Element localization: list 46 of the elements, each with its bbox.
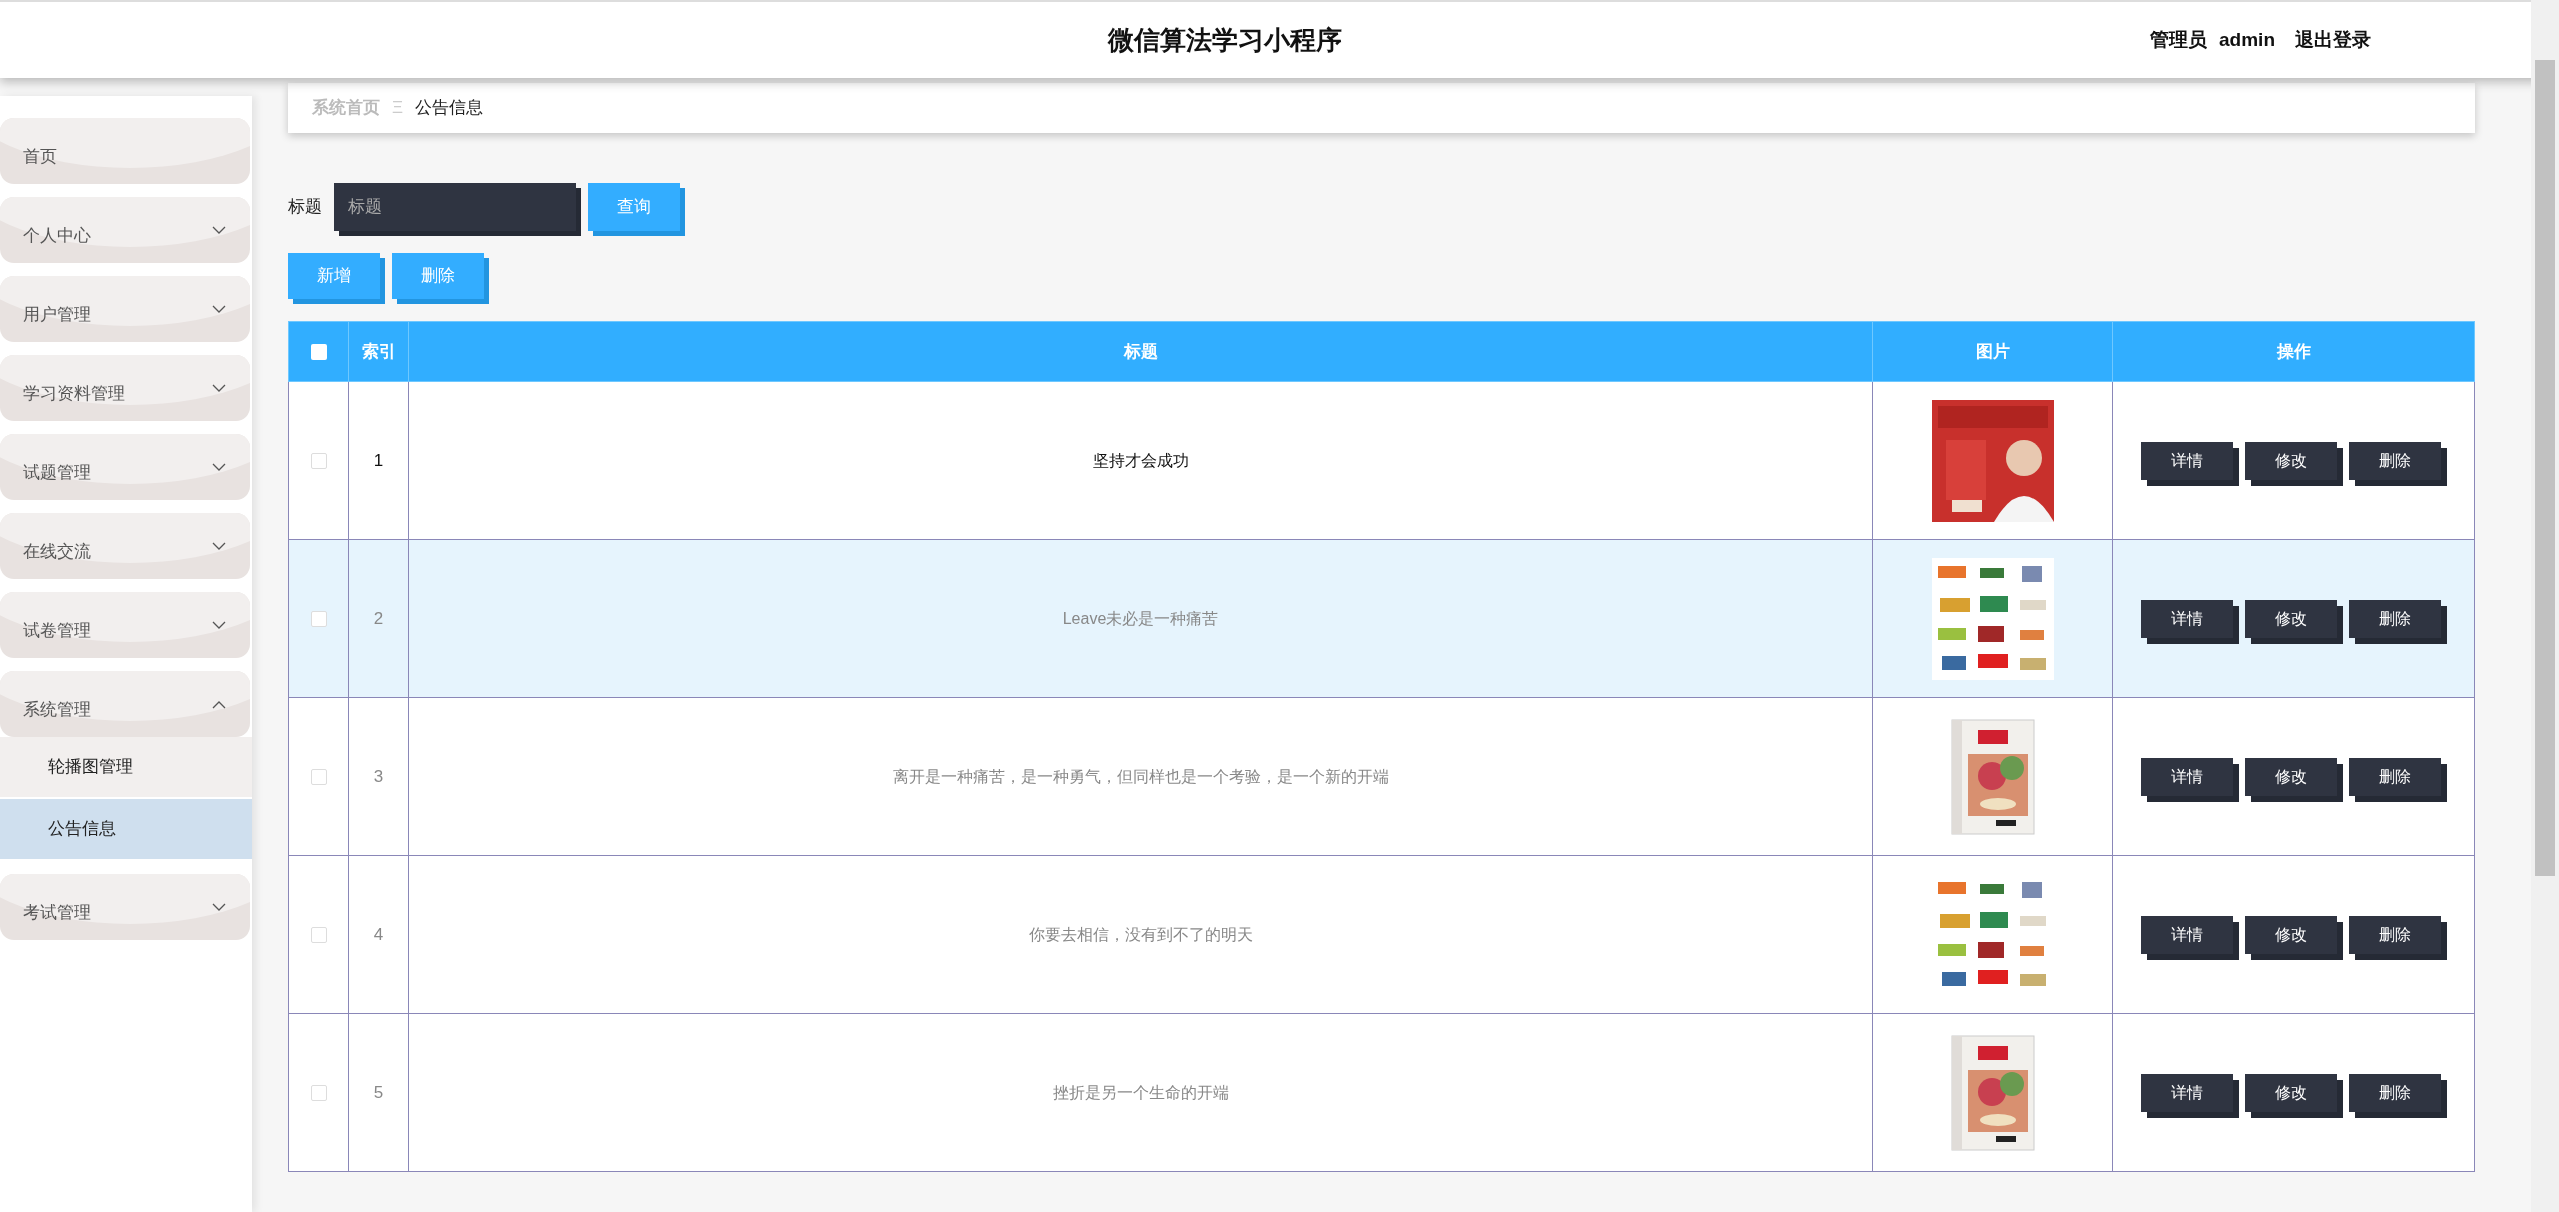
row-checkbox[interactable] — [310, 611, 327, 628]
menu-item[interactable]: 试卷管理 — [0, 592, 250, 658]
logout-link[interactable]: 退出登录 — [2295, 25, 2371, 55]
menu-item[interactable]: 系统管理 — [0, 671, 250, 737]
column-header: 索引 — [348, 321, 409, 382]
title-cell: 离开是一种痛苦，是一种勇气，但同样也是一个考验，是一个新的开端 — [408, 697, 1873, 856]
index-cell: 3 — [348, 697, 409, 856]
select-all-checkbox[interactable] — [310, 344, 327, 361]
index-cell: 4 — [348, 855, 409, 1014]
menu-item[interactable]: 个人中心 — [0, 197, 250, 263]
row-checkbox[interactable] — [310, 453, 327, 470]
title-search-field[interactable]: 标题 — [334, 183, 576, 231]
menu-item[interactable]: 考试管理 — [0, 874, 250, 940]
row-checkbox[interactable] — [310, 769, 327, 786]
menu-item[interactable]: 试题管理 — [0, 434, 250, 500]
app-title: 微信算法学习小程序 — [1108, 23, 1342, 57]
title-cell: 坚持才会成功 — [408, 381, 1873, 540]
row-checkbox[interactable] — [310, 1085, 327, 1102]
chevron-down-icon — [212, 225, 226, 235]
title-cell: 挫折是另一个生命的开端 — [408, 1013, 1873, 1172]
index-cell: 5 — [348, 1013, 409, 1172]
chevron-down-icon — [212, 304, 226, 314]
search-label: 标题 — [288, 196, 322, 219]
column-header: 标题 — [408, 321, 1873, 382]
menu-item[interactable]: 在线交流 — [0, 513, 250, 579]
breadcrumb-link[interactable]: 公告信息 — [415, 95, 484, 121]
chevron-down-icon — [212, 902, 226, 912]
menu-item[interactable]: 学习资料管理 — [0, 355, 250, 421]
column-header: 操作 — [2112, 321, 2475, 382]
user-name: admin — [2219, 27, 2275, 52]
menu-item[interactable]: 用户管理 — [0, 276, 250, 342]
chevron-down-icon — [212, 541, 226, 551]
title-cell: Leave未必是一种痛苦 — [408, 539, 1873, 698]
chevron-up-icon — [212, 699, 226, 709]
index-cell: 1 — [348, 381, 409, 540]
column-header: 图片 — [1872, 321, 2113, 382]
row-checkbox[interactable] — [310, 927, 327, 944]
chevron-down-icon — [212, 383, 226, 393]
chevron-down-icon — [212, 620, 226, 630]
title-cell: 你要去相信，没有到不了的明天 — [408, 855, 1873, 1014]
index-cell: 2 — [348, 539, 409, 698]
menu-item[interactable]: 首页 — [0, 118, 250, 184]
chevron-down-icon — [212, 462, 226, 472]
submenu-item[interactable]: 公告信息 — [0, 799, 252, 859]
user-role: 管理员 — [2150, 27, 2208, 52]
submenu-item[interactable]: 轮播图管理 — [0, 737, 252, 797]
